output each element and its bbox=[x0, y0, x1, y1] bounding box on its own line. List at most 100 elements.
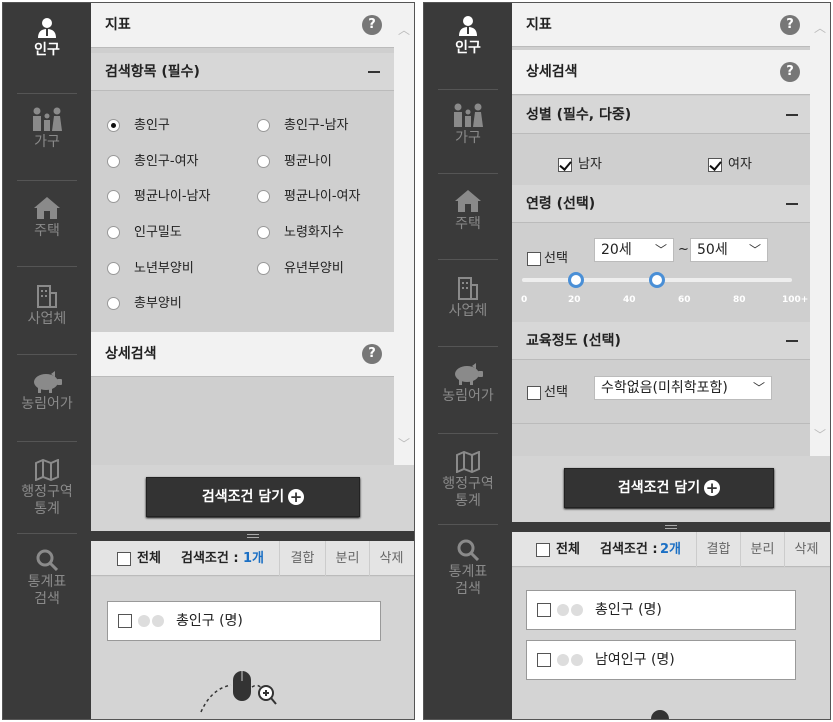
help-icon[interactable]: ? bbox=[780, 14, 800, 35]
age-to-select[interactable]: 50세 ﹀ bbox=[690, 238, 768, 262]
list-item[interactable]: 총인구 (명) bbox=[107, 601, 381, 641]
radio-button[interactable] bbox=[107, 155, 120, 168]
item-checkbox[interactable] bbox=[118, 614, 132, 628]
sidebar-item-farm[interactable]: 농림어가 bbox=[424, 363, 512, 405]
building-icon bbox=[37, 285, 57, 308]
collapse-icon[interactable] bbox=[786, 113, 798, 116]
radio-total-population-female[interactable]: 총인구-여자 bbox=[107, 150, 199, 169]
sidebar-item-population[interactable]: 인구 bbox=[3, 17, 91, 59]
item-checkbox[interactable] bbox=[537, 653, 551, 667]
radio-button[interactable] bbox=[257, 119, 270, 132]
age-header[interactable]: 연령 (선택) bbox=[512, 185, 810, 223]
collapse-icon[interactable] bbox=[368, 70, 380, 73]
sidebar-item-label: 통계 bbox=[34, 501, 60, 517]
resize-handle[interactable] bbox=[91, 531, 414, 541]
radio-total-population-male[interactable]: 총인구-남자 bbox=[257, 114, 349, 133]
select-all-checkbox[interactable] bbox=[117, 551, 131, 566]
sidebar-item-table-search[interactable]: 통계표 검색 bbox=[3, 549, 91, 608]
checkbox-label: 남자 bbox=[578, 157, 602, 172]
combine-button[interactable]: 결합 bbox=[279, 541, 325, 576]
scroll-up-icon[interactable]: ︿ bbox=[814, 19, 826, 35]
checkbox-female[interactable]: 여자 bbox=[708, 153, 752, 172]
gender-header[interactable]: 성별 (필수, 다중) bbox=[512, 96, 810, 134]
scrollbar[interactable]: ︿ ﹀ bbox=[394, 3, 414, 465]
checkbox[interactable] bbox=[117, 551, 131, 566]
list-item[interactable]: 남여인구 (명) bbox=[526, 640, 796, 680]
sidebar-item-housing[interactable]: 주택 bbox=[3, 196, 91, 240]
sidebar-item-admin-area[interactable]: 행정구역 통계 bbox=[3, 459, 91, 518]
sidebar-item-table-search[interactable]: 통계표 검색 bbox=[424, 539, 512, 598]
sidebar-item-admin-area[interactable]: 행정구역 통계 bbox=[424, 451, 512, 510]
select-all-checkbox[interactable] bbox=[536, 542, 550, 557]
detail-search-header[interactable]: 상세검색 ? bbox=[91, 332, 394, 377]
age-from-select[interactable]: 20세 ﹀ bbox=[594, 238, 674, 262]
checkbox-male[interactable]: 남자 bbox=[558, 153, 602, 172]
sidebar-item-housing[interactable]: 주택 bbox=[424, 189, 512, 233]
collapse-icon[interactable] bbox=[786, 339, 798, 342]
combine-button[interactable]: 결합 bbox=[696, 532, 740, 567]
search-icon bbox=[457, 539, 479, 561]
detail-search-header[interactable]: 상세검색 ? bbox=[512, 50, 810, 95]
radio-button[interactable] bbox=[107, 119, 120, 132]
age-slider-max-handle[interactable] bbox=[649, 272, 665, 288]
indicator-header[interactable]: 지표 ? bbox=[512, 3, 810, 47]
checkbox[interactable] bbox=[527, 385, 541, 400]
radio-total-population[interactable]: 총인구 bbox=[107, 114, 170, 133]
radio-button[interactable] bbox=[257, 262, 270, 275]
radio-total-dependency[interactable]: 총부양비 bbox=[107, 292, 182, 311]
separate-button[interactable]: 분리 bbox=[325, 541, 369, 576]
help-icon[interactable]: ? bbox=[362, 344, 382, 364]
radio-button[interactable] bbox=[107, 190, 120, 203]
sidebar-item-label: 가구 bbox=[34, 134, 60, 150]
education-select[interactable]: 수학없음(미취학포함) ﹀ bbox=[594, 376, 772, 400]
sidebar-item-label: 사업체 bbox=[448, 303, 488, 319]
divider bbox=[438, 259, 498, 260]
radio-average-age-female[interactable]: 평균나이-여자 bbox=[257, 185, 360, 204]
sidebar-item-business[interactable]: 사업체 bbox=[3, 284, 91, 328]
education-header[interactable]: 교육정도 (선택) bbox=[512, 322, 810, 360]
checkbox[interactable] bbox=[708, 157, 722, 172]
collapse-icon[interactable] bbox=[786, 202, 798, 205]
radio-button[interactable] bbox=[257, 190, 270, 203]
item-checkbox[interactable] bbox=[537, 603, 551, 617]
sidebar-item-business[interactable]: 사업체 bbox=[424, 276, 512, 320]
radio-button[interactable] bbox=[257, 155, 270, 168]
education-select-checkbox[interactable]: 선택 bbox=[527, 381, 568, 400]
delete-button[interactable]: 삭제 bbox=[784, 532, 828, 567]
sidebar-item-population[interactable]: 인구 bbox=[424, 15, 512, 57]
radio-button[interactable] bbox=[257, 226, 270, 239]
checkbox[interactable] bbox=[558, 157, 572, 172]
list-item[interactable]: 총인구 (명) bbox=[526, 590, 796, 630]
sidebar-item-household[interactable]: 가구 bbox=[424, 103, 512, 147]
resize-handle[interactable] bbox=[512, 522, 830, 532]
add-condition-button[interactable]: 검색조건 담기 + bbox=[146, 477, 360, 517]
search-items-header[interactable]: 검색항목 (필수) bbox=[91, 53, 394, 91]
age-slider-min-handle[interactable] bbox=[568, 272, 584, 288]
sidebar-item-farm[interactable]: 농림어가 bbox=[3, 371, 91, 413]
radio-button[interactable] bbox=[107, 297, 120, 310]
radio-label: 총인구 bbox=[134, 118, 170, 133]
scrollbar[interactable]: ︿ ﹀ bbox=[810, 3, 830, 456]
radio-button[interactable] bbox=[107, 226, 120, 239]
checkbox-label: 선택 bbox=[544, 385, 568, 400]
sidebar-item-household[interactable]: 가구 bbox=[3, 107, 91, 151]
checkbox[interactable] bbox=[536, 542, 550, 557]
scroll-down-icon[interactable]: ﹀ bbox=[398, 435, 410, 451]
add-condition-button[interactable]: 검색조건 담기 + bbox=[564, 468, 774, 508]
radio-population-density[interactable]: 인구밀도 bbox=[107, 221, 182, 240]
separate-button[interactable]: 분리 bbox=[740, 532, 784, 567]
radio-youth-dependency[interactable]: 유년부양비 bbox=[257, 257, 344, 276]
indicator-header[interactable]: 지표 ? bbox=[91, 3, 394, 48]
delete-button[interactable]: 삭제 bbox=[369, 541, 413, 576]
radio-button[interactable] bbox=[107, 262, 120, 275]
help-icon[interactable]: ? bbox=[780, 62, 800, 82]
radio-old-age-dependency[interactable]: 노년부양비 bbox=[107, 257, 194, 276]
scroll-down-icon[interactable]: ﹀ bbox=[814, 426, 826, 442]
radio-aging-index[interactable]: 노령화지수 bbox=[257, 221, 344, 240]
radio-average-age[interactable]: 평균나이 bbox=[257, 150, 332, 169]
radio-average-age-male[interactable]: 평균나이-남자 bbox=[107, 185, 210, 204]
help-icon[interactable]: ? bbox=[362, 15, 382, 35]
scroll-up-icon[interactable]: ︿ bbox=[398, 21, 410, 37]
age-select-checkbox[interactable]: 선택 bbox=[527, 247, 568, 266]
checkbox[interactable] bbox=[527, 251, 541, 266]
